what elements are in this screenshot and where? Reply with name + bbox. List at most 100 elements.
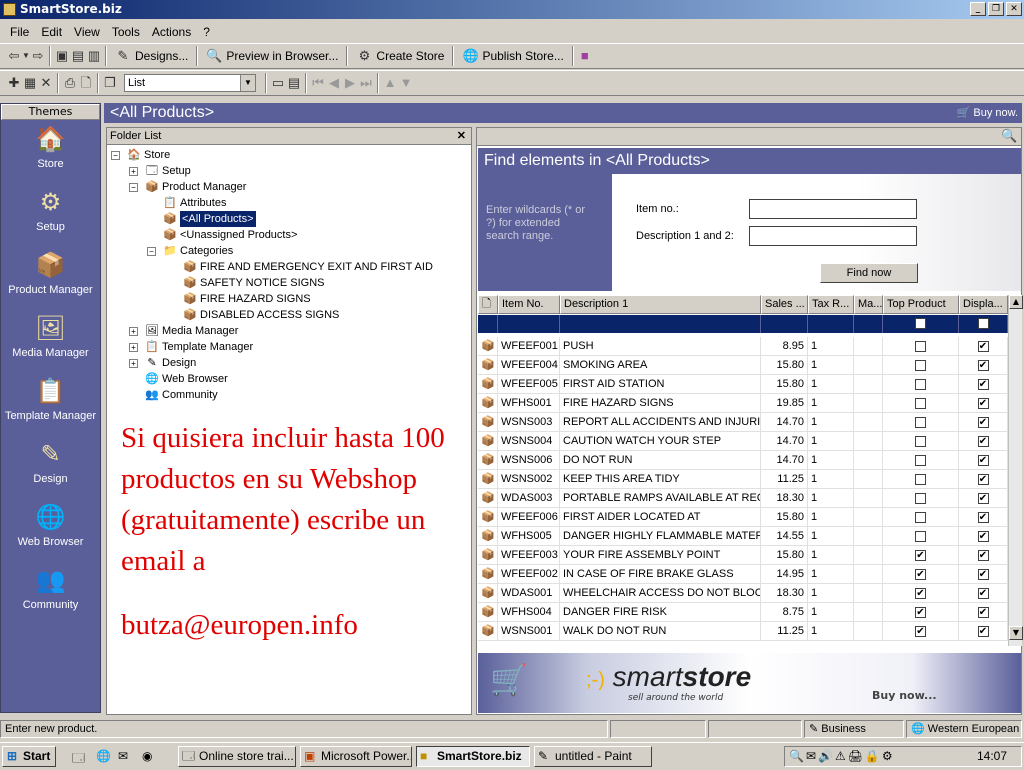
display-checkbox[interactable]: ✔: [977, 416, 989, 428]
buy-now-link[interactable]: 🛒 Buy now.: [957, 105, 1018, 121]
top-product-checkbox[interactable]: ✔: [915, 568, 926, 580]
menu-view[interactable]: View: [74, 25, 100, 39]
top-product-checkbox[interactable]: [915, 511, 926, 523]
theme-product-manager[interactable]: 📦 Product Manager: [1, 250, 100, 309]
table-row[interactable]: 📦 WSNS003 REPORT ALL ACCIDENTS AND INJURIE…: [478, 413, 1008, 432]
table-row[interactable]: 📦 WFHS004 DANGER FIRE RISK 8.75 1 ✔ ✔: [478, 603, 1008, 622]
tree-node-category[interactable]: 📦 SAFETY NOTICE SIGNS: [183, 275, 324, 291]
tree-node-setup[interactable]: + 🗔 Setup: [129, 163, 191, 179]
theme-media-manager[interactable]: 🖼 Media Manager: [1, 313, 100, 372]
top-product-checkbox[interactable]: [915, 378, 926, 390]
maximize-button[interactable]: ❐: [988, 2, 1004, 16]
banner-buy-now[interactable]: Buy now...: [872, 689, 937, 702]
dropdown-arrow-icon[interactable]: ▼: [22, 48, 30, 64]
table-row[interactable]: 📦 WDAS001 WHEELCHAIR ACCESS DO NOT BLOC...…: [478, 584, 1008, 603]
menu-file[interactable]: File: [10, 25, 29, 39]
table-row[interactable]: 📦 WFHS005 DANGER HIGHLY FLAMMABLE MATERIAL…: [478, 527, 1008, 546]
print-icon[interactable]: ⎙: [62, 75, 78, 91]
expand-icon[interactable]: +: [129, 166, 138, 176]
move-up-icon[interactable]: ▲: [382, 75, 398, 91]
top-product-checkbox[interactable]: [915, 492, 926, 504]
collapse-icon[interactable]: −: [147, 246, 156, 256]
display-checkbox[interactable]: ✔: [977, 511, 989, 523]
col-top-product[interactable]: Top Product: [883, 295, 959, 314]
folder-list-close-button[interactable]: ✕: [457, 128, 466, 144]
col-sales[interactable]: Sales ...: [761, 295, 808, 314]
col-display[interactable]: Displa...: [959, 295, 1008, 314]
display-checkbox[interactable]: ✔: [977, 454, 989, 466]
view-select[interactable]: List ▼: [124, 74, 256, 92]
theme-setup[interactable]: ⚙ Setup: [1, 187, 100, 246]
preview-button[interactable]: 🔍 Preview in Browser...: [201, 45, 343, 67]
table-row[interactable]: 📦 WFEEF006 FIRST AIDER LOCATED AT 15.80 1 ✔: [478, 508, 1008, 527]
minimize-button[interactable]: _: [970, 2, 986, 16]
expand-icon[interactable]: +: [129, 358, 138, 368]
display-checkbox[interactable]: ✔: [977, 625, 989, 637]
tree-node-product-manager[interactable]: − 📦 Product Manager: [129, 179, 246, 195]
pane-view-icon[interactable]: ▤: [70, 48, 86, 64]
table-row[interactable]: 📦 WFHS001 FIRE HAZARD SIGNS 19.85 1 ✔: [478, 394, 1008, 413]
list-view-icon[interactable]: ▥: [86, 48, 102, 64]
filter-checkbox[interactable]: [915, 318, 926, 329]
task-online-store[interactable]: 🗔 Online store trai...: [178, 746, 296, 767]
properties-icon[interactable]: ▦: [22, 75, 38, 91]
tree-node-unassigned-products[interactable]: 📦 <Unassigned Products>: [163, 227, 297, 243]
grid-scrollbar[interactable]: ▲ ▼: [1008, 295, 1023, 646]
tree-node-media-manager[interactable]: + 🖼 Media Manager: [129, 323, 238, 339]
print-preview-icon[interactable]: 🗋: [78, 75, 94, 91]
folder-up-icon[interactable]: ▣: [54, 48, 70, 64]
smartstore-banner[interactable]: 🛒 ;-) smartstore sell around the world B…: [478, 653, 1021, 713]
close-button[interactable]: ✕: [1006, 2, 1022, 16]
menu-help[interactable]: ?: [203, 25, 210, 39]
display-checkbox[interactable]: ✔: [977, 568, 989, 580]
display-checkbox[interactable]: ✔: [977, 530, 989, 542]
menu-edit[interactable]: Edit: [41, 25, 62, 39]
theme-community[interactable]: 👥 Community: [1, 565, 100, 624]
col-description[interactable]: Description 1: [560, 295, 761, 314]
collapse-icon[interactable]: −: [129, 182, 138, 192]
tree-node-attributes[interactable]: 📋 Attributes: [163, 195, 226, 211]
table-row[interactable]: 📦 WSNS004 CAUTION WATCH YOUR STEP 14.70 1 ✔: [478, 432, 1008, 451]
top-product-checkbox[interactable]: ✔: [915, 606, 926, 618]
display-checkbox[interactable]: ✔: [977, 397, 989, 409]
move-down-icon[interactable]: ▼: [398, 75, 414, 91]
table-row[interactable]: 📦 WDAS003 PORTABLE RAMPS AVAILABLE AT REC.…: [478, 489, 1008, 508]
find-now-button[interactable]: Find now: [820, 263, 918, 283]
create-store-button[interactable]: ⚙ Create Store: [351, 45, 449, 67]
forward-arrow-icon[interactable]: ⇨: [30, 48, 46, 64]
task-paint[interactable]: ✎ untitled - Paint: [534, 746, 652, 767]
theme-web-browser[interactable]: 🌐 Web Browser: [1, 502, 100, 561]
tree-node-category[interactable]: 📦 FIRE HAZARD SIGNS: [183, 291, 310, 307]
description-input[interactable]: [749, 226, 917, 246]
top-product-checkbox[interactable]: ✔: [915, 587, 926, 599]
table-row[interactable]: 📦 WFEEF005 FIRST AID STATION 15.80 1 ✔: [478, 375, 1008, 394]
tree-node-all-products[interactable]: 📦 <All Products>: [163, 211, 256, 227]
theme-design[interactable]: ✎ Design: [1, 439, 100, 498]
tree-node-community[interactable]: 👥 Community: [145, 387, 217, 403]
tree-node-template-manager[interactable]: + 📋 Template Manager: [129, 339, 253, 355]
tree-node-categories[interactable]: − 📁 Categories: [147, 243, 233, 259]
table-row[interactable]: 📦 WFEEF004 SMOKING AREA 15.80 1 ✔: [478, 356, 1008, 375]
table-row[interactable]: 📦 WSNS001 WALK DO NOT RUN 11.25 1 ✔ ✔: [478, 622, 1008, 641]
task-smartstore[interactable]: ■ SmartStore.biz: [416, 746, 530, 767]
expand-icon[interactable]: +: [129, 326, 138, 336]
start-button[interactable]: ⊞ Start: [2, 746, 56, 767]
book-icon[interactable]: ■: [577, 48, 593, 64]
next-record-icon[interactable]: ▶: [342, 75, 358, 91]
top-product-checkbox[interactable]: [915, 530, 926, 542]
task-powerpoint[interactable]: ▣ Microsoft Power...: [300, 746, 412, 767]
top-product-checkbox[interactable]: [915, 473, 926, 485]
top-product-checkbox[interactable]: [915, 340, 926, 352]
tree-node-category[interactable]: 📦 DISABLED ACCESS SIGNS: [183, 307, 339, 323]
top-product-checkbox[interactable]: ✔: [915, 625, 926, 637]
display-checkbox[interactable]: ✔: [977, 378, 989, 390]
last-record-icon[interactable]: ⏭: [358, 75, 374, 91]
tree-node-category[interactable]: 📦 FIRE AND EMERGENCY EXIT AND FIRST AID: [183, 259, 433, 275]
back-arrow-icon[interactable]: ⇦: [6, 48, 22, 64]
table-row[interactable]: 📦 WSNS006 DO NOT RUN 14.70 1 ✔: [478, 451, 1008, 470]
table-row[interactable]: 📦 WFEEF001 PUSH 8.95 1 ✔: [478, 337, 1008, 356]
copy-icon[interactable]: ❐: [102, 75, 118, 91]
display-checkbox[interactable]: ✔: [977, 587, 989, 599]
top-product-checkbox[interactable]: ✔: [915, 549, 926, 561]
delete-icon[interactable]: ✕: [38, 75, 54, 91]
